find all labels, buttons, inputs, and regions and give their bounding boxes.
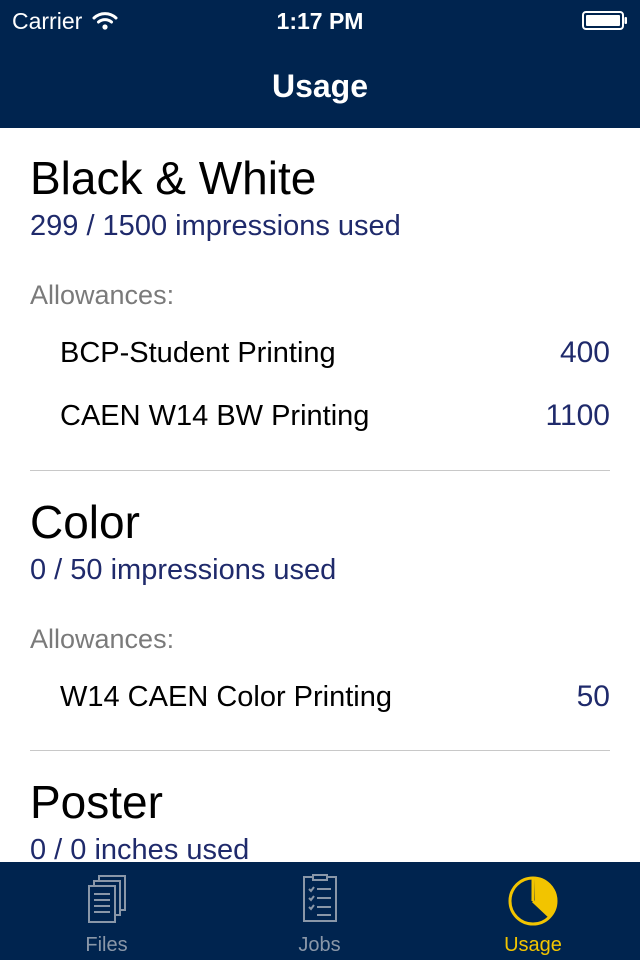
battery-icon <box>582 11 627 30</box>
usage-list[interactable]: Black & White 299 / 1500 impressions use… <box>0 128 640 862</box>
tab-label: Usage <box>504 934 562 956</box>
pie-chart-icon <box>508 876 558 926</box>
tab-usage[interactable]: Usage <box>426 862 640 960</box>
tab-jobs[interactable]: Jobs <box>213 862 426 960</box>
usage-summary: 299 / 1500 impressions used <box>30 210 401 242</box>
allowance-name: CAEN W14 BW Printing <box>60 399 370 432</box>
section-divider <box>30 750 610 751</box>
tab-files[interactable]: Files <box>0 862 213 960</box>
allowance-value: 400 <box>559 336 610 369</box>
allowance-value: 50 <box>576 680 610 713</box>
usage-summary: 0 / 0 inches used <box>30 834 250 862</box>
navigation-bar: Carrier 1:17 PM Usage <box>0 0 640 128</box>
jobs-icon <box>302 874 337 922</box>
allowance-value: 1100 <box>545 399 610 432</box>
section-title: Poster <box>30 776 163 828</box>
section-title: Black & White <box>30 152 317 204</box>
allowance-row: CAEN W14 BW Printing 1100 <box>60 396 610 436</box>
allowances-label: Allowances: <box>30 280 175 310</box>
usage-summary: 0 / 50 impressions used <box>30 554 337 586</box>
allowance-name: BCP-Student Printing <box>60 336 336 369</box>
tab-label: Jobs <box>298 934 341 956</box>
allowance-name: W14 CAEN Color Printing <box>60 680 392 713</box>
tab-bar: Files Jobs Usage <box>0 862 640 960</box>
allowances-label: Allowances: <box>30 624 175 654</box>
section-divider <box>30 470 610 471</box>
allowance-row: W14 CAEN Color Printing 50 <box>60 677 610 717</box>
files-icon <box>87 875 126 923</box>
tab-label: Files <box>85 934 128 956</box>
status-time: 1:17 PM <box>276 7 364 34</box>
section-title: Color <box>30 496 140 548</box>
allowance-row: BCP-Student Printing 400 <box>60 333 610 373</box>
page-title: Usage <box>271 67 369 104</box>
